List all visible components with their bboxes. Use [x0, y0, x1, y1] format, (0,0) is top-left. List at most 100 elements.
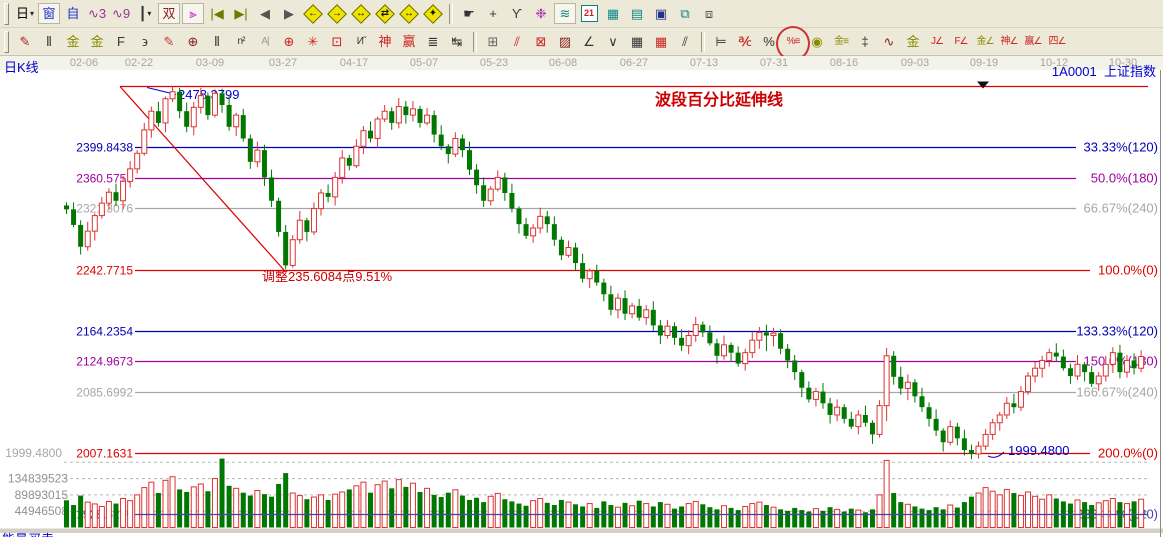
- diamond-right-icon[interactable]: →: [326, 3, 348, 24]
- volume-bar-down: [262, 494, 267, 527]
- grid-icon[interactable]: ▦: [626, 31, 648, 52]
- candlestick-down: [849, 419, 854, 427]
- stock-chart-app: 44946508898930151348395232399.843833.33%…: [0, 0, 1163, 537]
- j-angle-icon[interactable]: J∠: [926, 31, 948, 52]
- bottom-pane-tab[interactable]: 能量买卖: [2, 529, 54, 537]
- price-ruler-icon[interactable]: ⊨: [710, 31, 732, 52]
- diamond-left-icon[interactable]: ←: [302, 3, 324, 24]
- candlestick-down: [524, 224, 529, 236]
- grid-circle-icon[interactable]: ⊡: [326, 31, 348, 52]
- target-icon[interactable]: ⊕: [278, 31, 300, 52]
- volume-bar-up: [665, 504, 670, 527]
- candlestick-up: [997, 415, 1002, 423]
- pen-lines-icon[interactable]: ‡: [854, 31, 876, 52]
- gold-underline-icon[interactable]: 金: [902, 31, 924, 52]
- shen-icon[interactable]: 神: [374, 31, 396, 52]
- diamond-zoom-in-icon[interactable]: ↔: [398, 3, 420, 24]
- save-icon[interactable]: ▣: [650, 3, 672, 24]
- gold-angle-icon[interactable]: 金∠: [974, 31, 996, 52]
- shen-angle-icon[interactable]: 神∠: [998, 31, 1020, 52]
- volume-bar-down: [764, 505, 769, 527]
- multi-window-icon[interactable]: 窗: [38, 3, 60, 24]
- f-hatch-icon[interactable]: F: [110, 31, 132, 52]
- gold-hatch-icon[interactable]: 金: [62, 31, 84, 52]
- brush-icon[interactable]: ✎: [14, 31, 36, 52]
- candlestick-down: [71, 209, 76, 225]
- next-bar-icon[interactable]: ▶: [278, 3, 300, 24]
- report-icon[interactable]: ▤: [626, 3, 648, 24]
- ying-angle-icon[interactable]: 赢∠: [1022, 31, 1044, 52]
- candlestick-up: [382, 111, 387, 119]
- period-label: 日K线: [4, 57, 39, 76]
- calendar-21-icon[interactable]: 21: [578, 3, 600, 24]
- percent-extension-icon[interactable]: %≡: [782, 31, 804, 52]
- rect-tool-icon[interactable]: ⊞: [482, 31, 504, 52]
- candlestick-up: [813, 392, 818, 400]
- purple-net-icon[interactable]: ❉: [530, 3, 552, 24]
- candlestick-down: [580, 263, 585, 279]
- plain-hatch-icon[interactable]: ⫴: [206, 31, 228, 52]
- gold-circle-icon[interactable]: ◉: [806, 31, 828, 52]
- candlestick-up: [425, 115, 430, 123]
- volume-bar-down: [524, 506, 529, 528]
- shuang-toggle-icon[interactable]: 双: [158, 3, 180, 24]
- angle-line-icon[interactable]: ∠: [578, 31, 600, 52]
- star-burst-icon[interactable]: ✳: [302, 31, 324, 52]
- a-line-icon[interactable]: A|: [254, 31, 276, 52]
- gann-square-icon[interactable]: ▨: [554, 31, 576, 52]
- flag-mark-icon[interactable]: Ƴ: [506, 3, 528, 24]
- first-page-icon[interactable]: |◀: [206, 3, 228, 24]
- candlestick-down: [403, 107, 408, 116]
- wave-3-icon[interactable]: ∿3: [86, 3, 108, 24]
- period-day-button[interactable]: 日▾: [14, 3, 36, 24]
- n-quote-icon[interactable]: И˝: [350, 31, 372, 52]
- si-angle-icon[interactable]: 四∠: [1046, 31, 1068, 52]
- gold-hatch2-icon[interactable]: 金: [86, 31, 108, 52]
- volume-bar-up: [877, 495, 882, 528]
- slash-lines-icon[interactable]: ⫽: [674, 31, 696, 52]
- wave-measure-icon[interactable]: ∿: [878, 31, 900, 52]
- last-page-icon[interactable]: ▶|: [230, 3, 252, 24]
- volume-bar-up: [1139, 499, 1144, 527]
- n-squared-icon[interactable]: n²: [230, 31, 252, 52]
- info-panel-icon[interactable]: 自: [62, 3, 84, 24]
- candlestick-down: [241, 115, 246, 138]
- fan-lines-icon[interactable]: ⫽: [506, 31, 528, 52]
- pencil-hatch-icon[interactable]: ✎: [158, 31, 180, 52]
- spiral-hatch-icon[interactable]: ϶: [134, 31, 156, 52]
- volume-bar-up: [1047, 495, 1052, 528]
- copy-sheet-icon[interactable]: ⧉: [674, 3, 696, 24]
- hatch-lines-icon[interactable]: ⫴: [38, 31, 60, 52]
- hand-tool-icon[interactable]: ☛: [458, 3, 480, 24]
- crosshair-tool-icon[interactable]: +: [482, 3, 504, 24]
- calculator-icon[interactable]: ▦: [602, 3, 624, 24]
- color-chart-icon[interactable]: ⫸: [182, 3, 204, 24]
- circle-hatch-icon[interactable]: ⊕: [182, 31, 204, 52]
- f-angle-icon[interactable]: F∠: [950, 31, 972, 52]
- diamond-compress-icon[interactable]: ⇄: [374, 3, 396, 24]
- grid-red-icon[interactable]: ▦: [650, 31, 672, 52]
- kline-chart-surface[interactable]: 44946508898930151348395232399.843833.33%…: [0, 0, 1163, 537]
- percent-icon[interactable]: %: [758, 31, 780, 52]
- zigzag-icon[interactable]: ∨: [602, 31, 624, 52]
- prev-bar-icon[interactable]: ◀: [254, 3, 276, 24]
- candle-type-button[interactable]: ┃▾: [134, 3, 156, 24]
- wave-9-icon[interactable]: ∿9: [110, 3, 132, 24]
- percent-retrace-icon[interactable]: ℀: [734, 31, 756, 52]
- candlestick-up: [750, 340, 755, 352]
- price-level-label-right: 50.0%(180): [1091, 171, 1158, 186]
- volume-bar-up: [1110, 498, 1115, 527]
- diamond-expand-icon[interactable]: ↔: [350, 3, 372, 24]
- candlestick-up: [1075, 364, 1080, 376]
- gold-lines-icon[interactable]: 金≡: [830, 31, 852, 52]
- gann-box-icon[interactable]: ⊠: [530, 31, 552, 52]
- h-span-icon[interactable]: ↹: [446, 31, 468, 52]
- candlestick-up: [983, 434, 988, 446]
- volume-bar-down: [389, 488, 394, 527]
- diamond-zoom-out-icon[interactable]: ✦: [422, 3, 444, 24]
- teal-wave-icon[interactable]: ≋: [554, 3, 576, 24]
- ying-icon[interactable]: 赢: [398, 31, 420, 52]
- ruler-123-icon[interactable]: ≣: [422, 31, 444, 52]
- candlestick-down: [368, 131, 373, 139]
- export-icon[interactable]: ⧈: [698, 3, 720, 24]
